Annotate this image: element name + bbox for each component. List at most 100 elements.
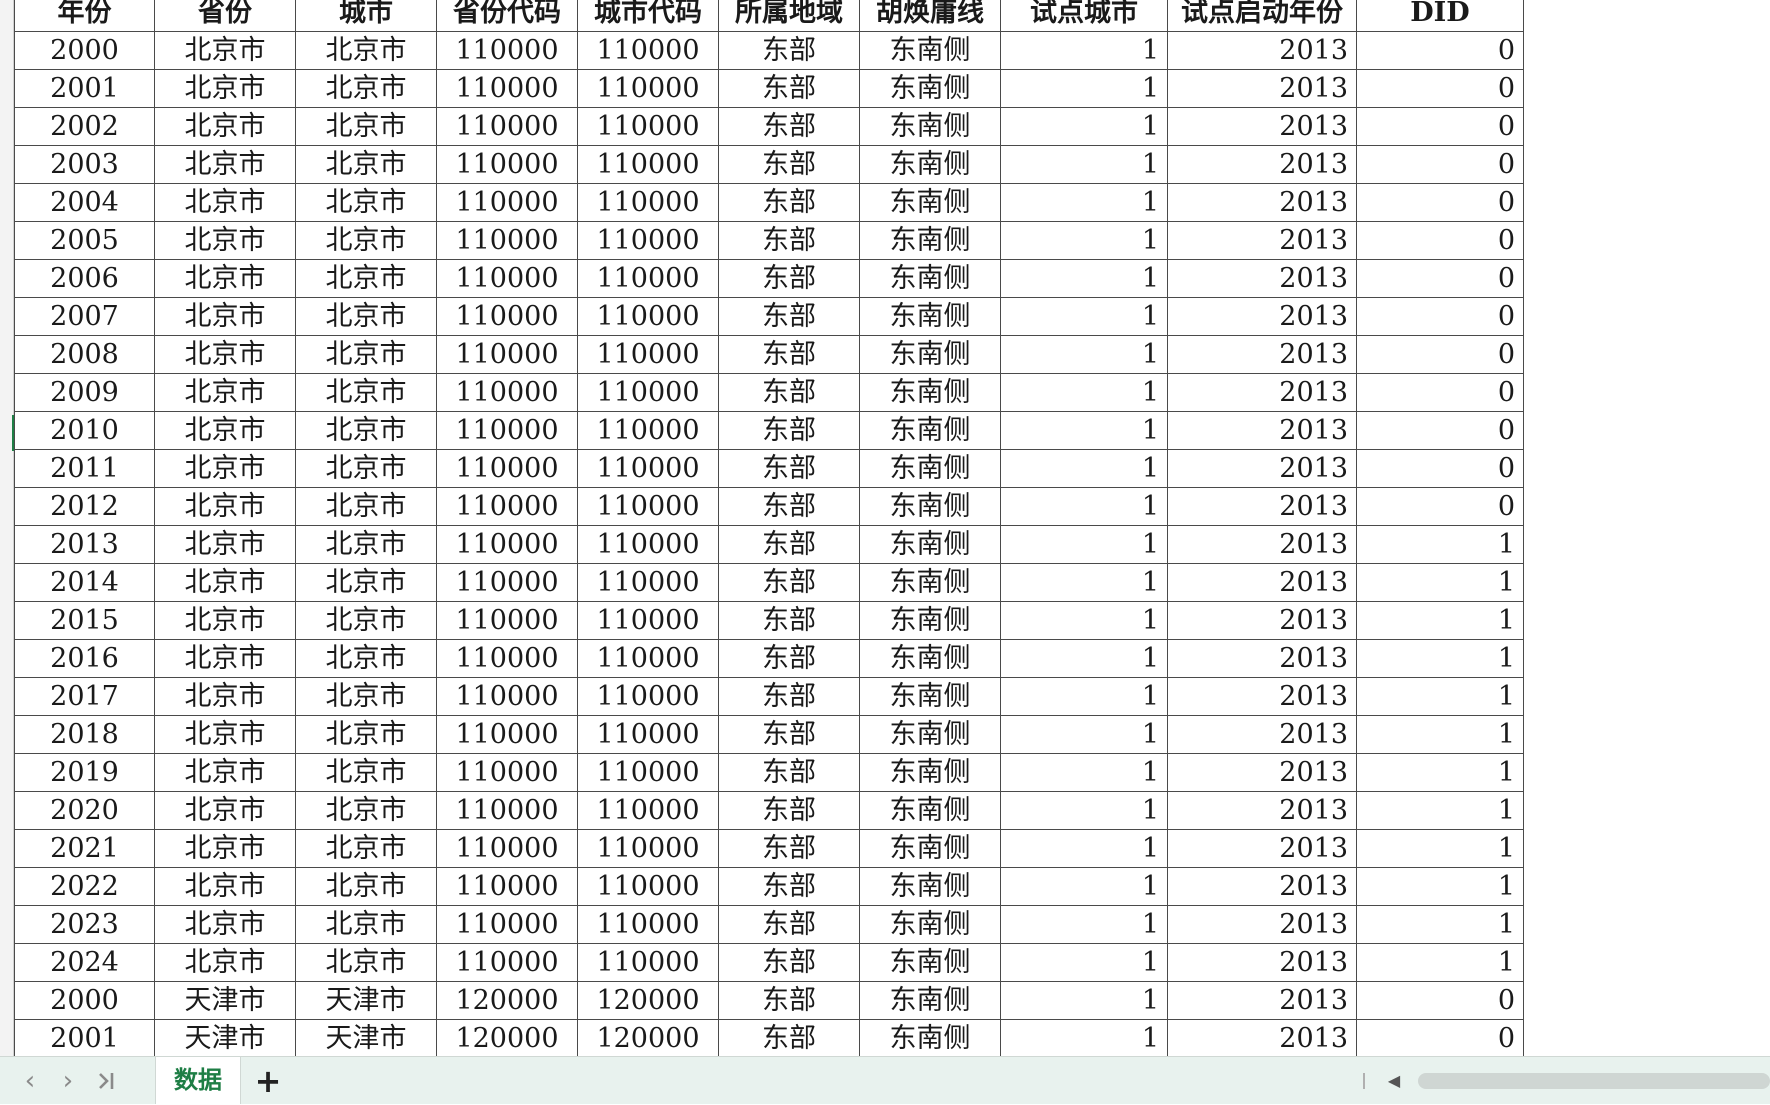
cell-year[interactable]: 2010	[14, 411, 155, 450]
cell-did[interactable]: 0	[1356, 1019, 1524, 1056]
cell-hu-line[interactable]: 东南侧	[859, 107, 1001, 146]
cell-province-code[interactable]: 110000	[436, 525, 578, 564]
cell-province-code[interactable]: 120000	[436, 981, 578, 1020]
cell-city[interactable]: 北京市	[295, 791, 437, 830]
cell-region[interactable]: 东部	[718, 297, 860, 336]
cell-pilot-start-year[interactable]: 2013	[1167, 715, 1357, 754]
cell-hu-line[interactable]: 东南侧	[859, 943, 1001, 982]
column-header-did[interactable]: DID	[1356, 0, 1524, 32]
cell-pilot-start-year[interactable]: 2013	[1167, 411, 1357, 450]
cell-region[interactable]: 东部	[718, 221, 860, 260]
cell-province-code[interactable]: 110000	[436, 411, 578, 450]
cell-province[interactable]: 北京市	[154, 297, 296, 336]
column-header-city[interactable]: 城市	[295, 0, 437, 32]
cell-city[interactable]: 北京市	[295, 145, 437, 184]
cell-hu-line[interactable]: 东南侧	[859, 69, 1001, 108]
cell-did[interactable]: 1	[1356, 791, 1524, 830]
cell-city-code[interactable]: 110000	[577, 335, 719, 374]
cell-year[interactable]: 2009	[14, 373, 155, 412]
cell-pilot-start-year[interactable]: 2013	[1167, 639, 1357, 678]
cell-did[interactable]: 0	[1356, 221, 1524, 260]
cell-province-code[interactable]: 110000	[436, 601, 578, 640]
cell-city-code[interactable]: 110000	[577, 107, 719, 146]
cell-pilot-city[interactable]: 1	[1000, 753, 1168, 792]
cell-year[interactable]: 2000	[14, 31, 155, 70]
cell-pilot-start-year[interactable]: 2013	[1167, 145, 1357, 184]
cell-did[interactable]: 0	[1356, 183, 1524, 222]
cell-did[interactable]: 1	[1356, 715, 1524, 754]
cell-pilot-city[interactable]: 1	[1000, 183, 1168, 222]
cell-province-code[interactable]: 110000	[436, 107, 578, 146]
cell-city-code[interactable]: 110000	[577, 563, 719, 602]
cell-city[interactable]: 北京市	[295, 905, 437, 944]
cell-province-code[interactable]: 110000	[436, 905, 578, 944]
cell-city[interactable]: 北京市	[295, 373, 437, 412]
cell-region[interactable]: 东部	[718, 563, 860, 602]
cell-city-code[interactable]: 110000	[577, 753, 719, 792]
cell-province-code[interactable]: 110000	[436, 677, 578, 716]
cell-pilot-city[interactable]: 1	[1000, 943, 1168, 982]
cell-hu-line[interactable]: 东南侧	[859, 31, 1001, 70]
cell-region[interactable]: 东部	[718, 411, 860, 450]
cell-pilot-city[interactable]: 1	[1000, 563, 1168, 602]
column-header-pilot-start-year[interactable]: 试点启动年份	[1167, 0, 1357, 32]
cell-did[interactable]: 0	[1356, 449, 1524, 488]
cell-year[interactable]: 2023	[14, 905, 155, 944]
cell-province[interactable]: 北京市	[154, 373, 296, 412]
cell-year[interactable]: 2005	[14, 221, 155, 260]
cell-city[interactable]: 北京市	[295, 867, 437, 906]
cell-city-code[interactable]: 110000	[577, 639, 719, 678]
cell-region[interactable]: 东部	[718, 145, 860, 184]
cell-pilot-city[interactable]: 1	[1000, 297, 1168, 336]
cell-city[interactable]: 天津市	[295, 1019, 437, 1056]
cell-hu-line[interactable]: 东南侧	[859, 981, 1001, 1020]
cell-pilot-start-year[interactable]: 2013	[1167, 829, 1357, 868]
cell-region[interactable]: 东部	[718, 259, 860, 298]
cell-province[interactable]: 北京市	[154, 943, 296, 982]
column-header-province[interactable]: 省份	[154, 0, 296, 32]
cell-hu-line[interactable]: 东南侧	[859, 487, 1001, 526]
cell-city-code[interactable]: 110000	[577, 411, 719, 450]
cell-pilot-start-year[interactable]: 2013	[1167, 183, 1357, 222]
cell-province-code[interactable]: 110000	[436, 563, 578, 602]
cell-pilot-city[interactable]: 1	[1000, 601, 1168, 640]
cell-city-code[interactable]: 110000	[577, 829, 719, 868]
row-header-gutter[interactable]	[0, 0, 14, 1056]
cell-pilot-city[interactable]: 1	[1000, 867, 1168, 906]
cell-province[interactable]: 北京市	[154, 145, 296, 184]
cell-hu-line[interactable]: 东南侧	[859, 335, 1001, 374]
cell-year[interactable]: 2012	[14, 487, 155, 526]
cell-year[interactable]: 2002	[14, 107, 155, 146]
cell-year[interactable]: 2008	[14, 335, 155, 374]
cell-hu-line[interactable]: 东南侧	[859, 221, 1001, 260]
cell-province-code[interactable]: 110000	[436, 715, 578, 754]
cell-pilot-city[interactable]: 1	[1000, 829, 1168, 868]
cell-did[interactable]: 0	[1356, 297, 1524, 336]
cell-pilot-start-year[interactable]: 2013	[1167, 563, 1357, 602]
cell-hu-line[interactable]: 东南侧	[859, 145, 1001, 184]
cell-hu-line[interactable]: 东南侧	[859, 715, 1001, 754]
cell-pilot-city[interactable]: 1	[1000, 525, 1168, 564]
cell-region[interactable]: 东部	[718, 905, 860, 944]
cell-did[interactable]: 1	[1356, 905, 1524, 944]
cell-province-code[interactable]: 110000	[436, 867, 578, 906]
cell-year[interactable]: 2014	[14, 563, 155, 602]
cell-year[interactable]: 2015	[14, 601, 155, 640]
cell-province[interactable]: 天津市	[154, 981, 296, 1020]
cell-pilot-city[interactable]: 1	[1000, 221, 1168, 260]
cell-region[interactable]: 东部	[718, 335, 860, 374]
cell-city[interactable]: 北京市	[295, 335, 437, 374]
cell-province[interactable]: 北京市	[154, 601, 296, 640]
cell-city[interactable]: 北京市	[295, 221, 437, 260]
cell-hu-line[interactable]: 东南侧	[859, 677, 1001, 716]
cell-province[interactable]: 北京市	[154, 449, 296, 488]
cell-province[interactable]: 北京市	[154, 259, 296, 298]
cell-year[interactable]: 2007	[14, 297, 155, 336]
cell-pilot-city[interactable]: 1	[1000, 259, 1168, 298]
cell-city[interactable]: 北京市	[295, 753, 437, 792]
cell-did[interactable]: 0	[1356, 145, 1524, 184]
cell-did[interactable]: 1	[1356, 639, 1524, 678]
cell-region[interactable]: 东部	[718, 943, 860, 982]
cell-province-code[interactable]: 110000	[436, 373, 578, 412]
cell-hu-line[interactable]: 东南侧	[859, 297, 1001, 336]
